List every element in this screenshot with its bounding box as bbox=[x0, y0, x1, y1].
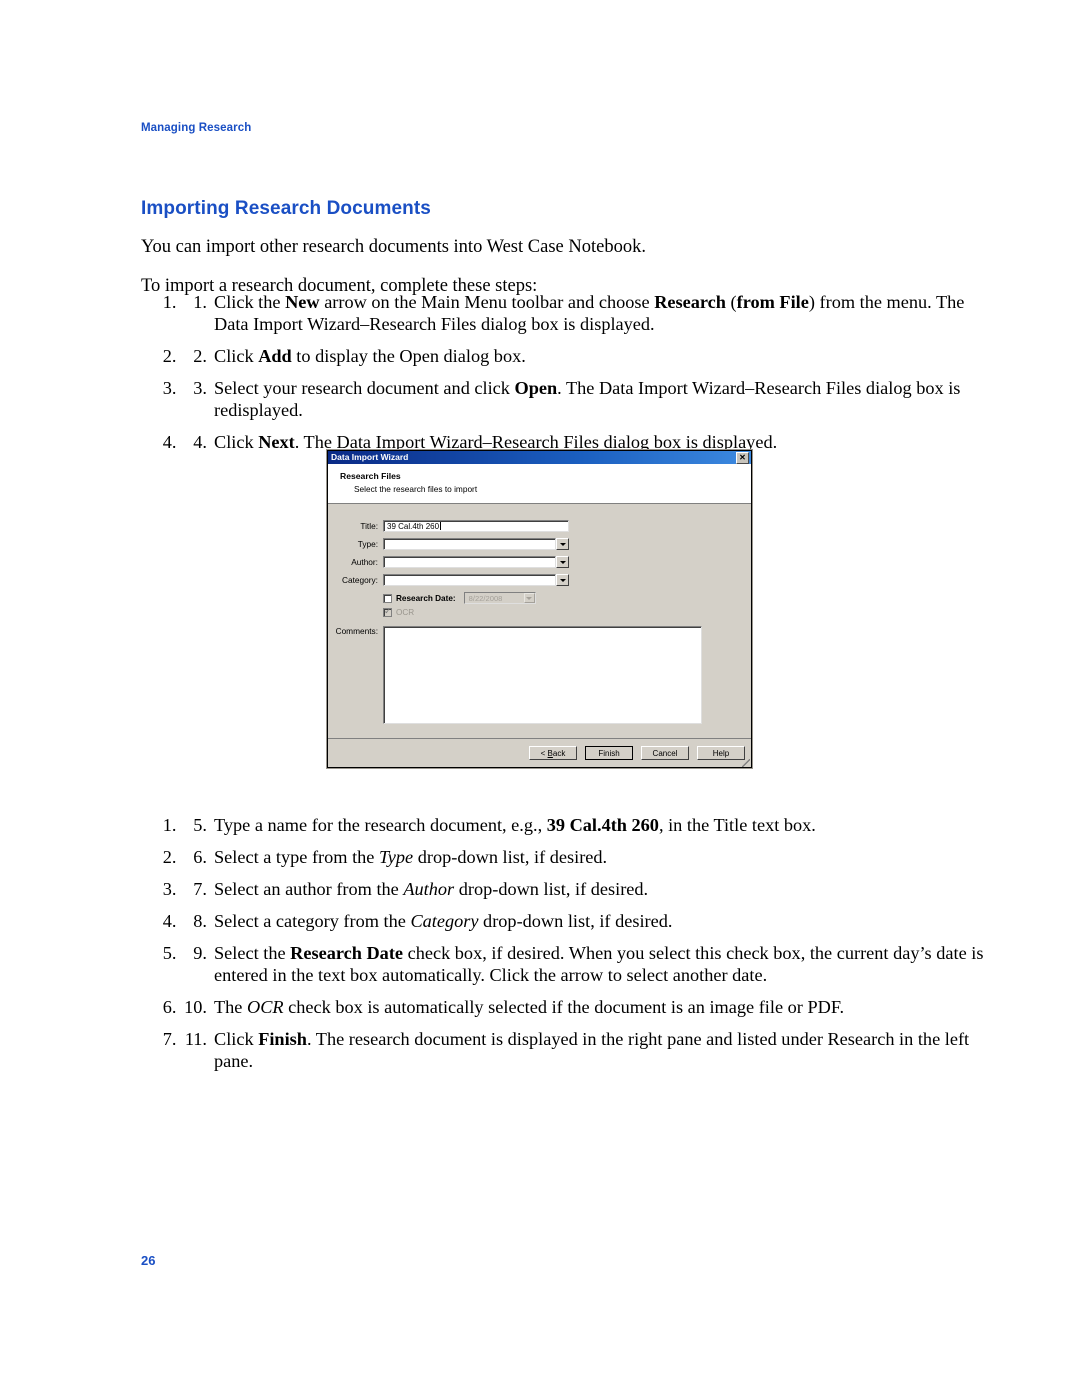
step-text: Type a name for the research document, e… bbox=[214, 815, 816, 835]
research-date-label: Research Date: bbox=[396, 593, 456, 603]
cancel-button[interactable]: Cancel bbox=[641, 746, 689, 760]
document-page: Managing Research Importing Research Doc… bbox=[0, 0, 1080, 1397]
step-number: 4. bbox=[193, 432, 207, 452]
page-number: 26 bbox=[141, 1253, 156, 1268]
numbered-step: 9. Select the Research Date check box, if… bbox=[181, 942, 993, 986]
numbered-step: 6. Select a type from the Type drop-down … bbox=[181, 846, 993, 868]
numbered-step: 1. Click the New arrow on the Main Menu t… bbox=[181, 291, 993, 335]
type-label: Type: bbox=[357, 539, 378, 549]
author-label: Author: bbox=[351, 557, 378, 567]
comments-textarea[interactable] bbox=[383, 626, 702, 724]
numbered-step: 10. The OCR check box is automatically se… bbox=[181, 996, 993, 1018]
steps-list-bottom: 5. Type a name for the research document,… bbox=[141, 814, 993, 1082]
step-text: The OCR check box is automatically selec… bbox=[214, 997, 845, 1017]
intro-paragraph-1: You can import other research documents … bbox=[141, 236, 646, 257]
research-date-row: Research Date: 8/22/2008 bbox=[383, 592, 751, 604]
step-text: Click Next. The Data Import Wizard–Resea… bbox=[214, 432, 778, 452]
back-button[interactable]: < Back bbox=[529, 746, 577, 760]
title-label: Title: bbox=[360, 521, 378, 531]
research-date-input[interactable]: 8/22/2008 bbox=[463, 592, 536, 604]
page-title: Importing Research Documents bbox=[141, 197, 431, 219]
comments-row: Comments: bbox=[328, 626, 751, 724]
step-number: 10. bbox=[184, 997, 207, 1017]
author-dropdown[interactable] bbox=[383, 556, 569, 568]
numbered-step: 5. Type a name for the research document,… bbox=[181, 814, 993, 836]
numbered-step: 8. Select a category from the Category dr… bbox=[181, 910, 993, 932]
step-number: 7. bbox=[193, 879, 207, 899]
step-number: 1. bbox=[193, 292, 207, 312]
ocr-checkbox[interactable] bbox=[383, 606, 392, 617]
step-text: Click Add to display the Open dialog box… bbox=[214, 346, 526, 366]
title-input-value: 39 Cal.4th 260 bbox=[387, 522, 440, 531]
numbered-step: 2. Click Add to display the Open dialog b… bbox=[181, 345, 993, 367]
close-icon[interactable]: ✕ bbox=[736, 451, 749, 464]
help-button[interactable]: Help bbox=[697, 746, 745, 760]
dialog-header-subtitle: Select the research files to import bbox=[354, 484, 478, 494]
research-date-checkbox[interactable] bbox=[383, 593, 392, 603]
chevron-down-icon[interactable] bbox=[556, 538, 569, 550]
running-head: Managing Research bbox=[141, 122, 252, 134]
back-accelerator: B bbox=[547, 748, 553, 758]
step-text: Click Finish. The research document is d… bbox=[214, 1029, 970, 1071]
ocr-row: OCR bbox=[383, 606, 751, 617]
dialog-footer: < Back Finish Cancel Help bbox=[328, 738, 751, 767]
category-field-row: Category: bbox=[328, 574, 751, 586]
step-text: Select a type from the Type drop-down li… bbox=[214, 847, 608, 867]
author-field-row: Author: bbox=[328, 556, 751, 568]
step-text: Select the Research Date check box, if d… bbox=[214, 943, 984, 985]
title-input[interactable]: 39 Cal.4th 260 bbox=[383, 520, 569, 532]
chevron-down-icon[interactable] bbox=[556, 574, 569, 586]
category-dropdown[interactable] bbox=[383, 574, 569, 586]
step-number: 6. bbox=[193, 847, 207, 867]
chevron-down-icon[interactable] bbox=[556, 556, 569, 568]
calendar-chevron-down-icon[interactable] bbox=[523, 593, 535, 603]
comments-label: Comments: bbox=[335, 626, 378, 636]
author-dropdown-value bbox=[383, 556, 556, 568]
ocr-label: OCR bbox=[396, 608, 415, 617]
step-number: 3. bbox=[193, 378, 207, 398]
resize-grip-icon[interactable] bbox=[742, 759, 750, 767]
dialog-header: Research Files Select the research files… bbox=[328, 464, 751, 504]
dialog-titlebar: Data Import Wizard ✕ bbox=[328, 451, 751, 464]
step-text: Select a category from the Category drop… bbox=[214, 911, 673, 931]
dialog-title: Data Import Wizard bbox=[331, 452, 409, 462]
type-field-row: Type: bbox=[328, 538, 751, 550]
numbered-step: 11. Click Finish. The research document i… bbox=[181, 1028, 993, 1072]
type-dropdown-value bbox=[383, 538, 556, 550]
steps-list-top: 1. Click the New arrow on the Main Menu t… bbox=[141, 291, 993, 463]
category-dropdown-value bbox=[383, 574, 556, 586]
step-number: 8. bbox=[193, 911, 207, 931]
numbered-step: 3. Select your research document and clic… bbox=[181, 377, 993, 421]
finish-button[interactable]: Finish bbox=[585, 746, 633, 760]
text-caret bbox=[440, 522, 442, 530]
step-number: 11. bbox=[184, 1029, 207, 1049]
step-text: Select an author from the Author drop-do… bbox=[214, 879, 649, 899]
dialog-body: Title: 39 Cal.4th 260 Type: Author: Cate… bbox=[328, 504, 751, 724]
dialog-header-title: Research Files bbox=[340, 471, 401, 481]
numbered-step: 7. Select an author from the Author drop… bbox=[181, 878, 993, 900]
step-number: 9. bbox=[193, 943, 207, 963]
data-import-wizard-dialog: Data Import Wizard ✕ Research Files Sele… bbox=[327, 450, 752, 768]
step-text: Click the New arrow on the Main Menu too… bbox=[214, 292, 965, 334]
category-label: Category: bbox=[342, 575, 378, 585]
step-number: 5. bbox=[193, 815, 207, 835]
title-field-row: Title: 39 Cal.4th 260 bbox=[328, 520, 751, 532]
step-text: Select your research document and click … bbox=[214, 378, 961, 420]
step-number: 2. bbox=[193, 346, 207, 366]
type-dropdown[interactable] bbox=[383, 538, 569, 550]
research-date-value: 8/22/2008 bbox=[468, 593, 503, 603]
